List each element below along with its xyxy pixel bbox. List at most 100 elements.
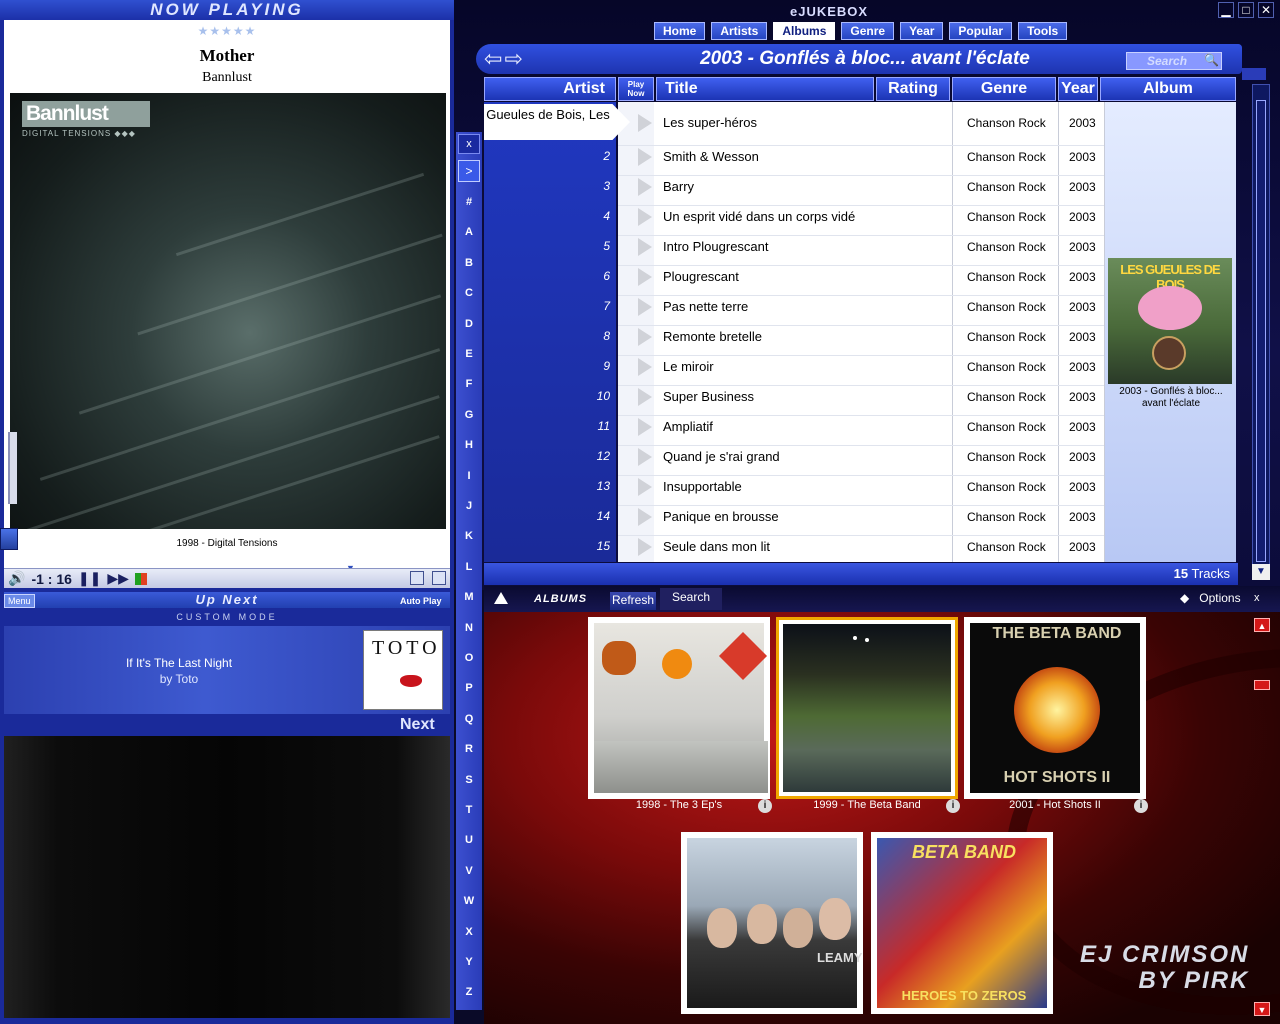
minimize-icon[interactable]: ▁ (1218, 2, 1234, 18)
scroll-down-button[interactable]: ▼ (1252, 564, 1270, 580)
tab-albums[interactable]: Albums (773, 22, 836, 40)
alphabet-letter-i[interactable]: I (456, 470, 482, 482)
album-thumb-heroes-to-zeros[interactable]: BETA BAND HEROES TO ZEROS (871, 832, 1053, 1014)
column-genre[interactable]: Genre (952, 77, 1056, 101)
album-thumb-the-beta-band[interactable] (776, 617, 958, 799)
tab-genre[interactable]: Genre (841, 22, 895, 40)
alphabet-expand-button[interactable]: > (458, 160, 480, 182)
alphabet-letter-c[interactable]: C (456, 287, 482, 299)
browser-search-button[interactable]: Search (660, 588, 722, 610)
track-scrollbar-thumb[interactable] (1256, 100, 1266, 562)
close-icon[interactable]: ✕ (1258, 2, 1274, 18)
options-button[interactable]: ◆ Options (1180, 591, 1241, 605)
tab-year[interactable]: Year (900, 22, 944, 40)
play-now-icon[interactable] (638, 148, 652, 166)
alphabet-letter-m[interactable]: M (456, 591, 482, 603)
play-now-icon[interactable] (638, 388, 652, 406)
play-now-icon[interactable] (638, 538, 652, 556)
auto-play-toggle[interactable]: Auto Play (400, 596, 442, 606)
track-title[interactable]: Un esprit vidé dans un corps vidé (663, 209, 855, 224)
alphabet-letter-l[interactable]: L (456, 561, 482, 573)
up-next-song[interactable]: If It's The Last Night (4, 656, 354, 670)
column-album[interactable]: Album (1100, 77, 1236, 101)
now-playing-artist[interactable]: Bannlust (4, 70, 450, 86)
play-now-icon[interactable] (638, 478, 652, 496)
alphabet-letter-g[interactable]: G (456, 409, 482, 421)
alphabet-letter-o[interactable]: O (456, 652, 482, 664)
play-now-icon[interactable] (638, 238, 652, 256)
alphabet-letter-t[interactable]: T (456, 804, 482, 816)
track-title[interactable]: Insupportable (663, 479, 742, 494)
alphabet-letter-f[interactable]: F (456, 378, 482, 390)
alphabet-letter-k[interactable]: K (456, 530, 482, 542)
browser-scroll-thumb[interactable] (1254, 680, 1270, 690)
maximize-icon[interactable]: □ (1238, 2, 1254, 18)
back-arrow-icon[interactable]: ⇦ (484, 46, 504, 71)
track-title[interactable]: Pas nette terre (663, 299, 748, 314)
next-track-button[interactable]: ▶▶ (107, 570, 129, 587)
browser-scroll-up[interactable]: ▲ (1254, 618, 1270, 632)
browser-close-button[interactable]: x (1254, 592, 1260, 604)
track-title[interactable]: Plougrescant (663, 269, 739, 284)
now-playing-album[interactable]: 1998 - Digital Tensions (4, 538, 450, 549)
track-title[interactable]: Remonte bretelle (663, 329, 762, 344)
play-now-icon[interactable] (638, 178, 652, 196)
alphabet-letter-s[interactable]: S (456, 774, 482, 786)
album-cover[interactable]: LES GUEULES DE BOIS (1108, 258, 1232, 384)
play-now-icon[interactable] (638, 358, 652, 376)
alphabet-letter-b[interactable]: B (456, 257, 482, 269)
play-now-icon[interactable] (638, 208, 652, 226)
play-now-icon[interactable] (638, 114, 652, 132)
alphabet-letter-j[interactable]: J (456, 500, 482, 512)
alphabet-letter-d[interactable]: D (456, 318, 482, 330)
fullscreen-icon[interactable] (432, 571, 446, 585)
track-title[interactable]: Super Business (663, 389, 754, 404)
collapse-triangle-icon[interactable] (494, 592, 508, 604)
alphabet-letter-v[interactable]: V (456, 865, 482, 877)
alphabet-letter-p[interactable]: P (456, 682, 482, 694)
tab-tools[interactable]: Tools (1018, 22, 1068, 40)
album-thumb-band-photo[interactable]: LEAMY (681, 832, 863, 1014)
play-now-icon[interactable] (638, 418, 652, 436)
rating-stars[interactable]: ★★★★★ (4, 24, 450, 38)
volume-slider-handle[interactable] (0, 528, 18, 550)
visualizer-icon[interactable] (410, 571, 424, 585)
alphabet-letter-h[interactable]: H (456, 439, 482, 451)
track-title[interactable]: Barry (663, 179, 694, 194)
alphabet-letter-u[interactable]: U (456, 834, 482, 846)
up-next-album-art[interactable]: TOTO (363, 630, 443, 710)
alphabet-letter-a[interactable]: A (456, 226, 482, 238)
alphabet-letter-hash[interactable]: # (456, 196, 482, 208)
column-title[interactable]: Title (656, 77, 874, 101)
tab-artists[interactable]: Artists (711, 22, 768, 40)
next-button[interactable]: Next (400, 716, 435, 734)
column-rating[interactable]: Rating (876, 77, 950, 101)
search-icon[interactable]: 🔍 (1204, 53, 1219, 67)
tab-popular[interactable]: Popular (949, 22, 1013, 40)
track-title[interactable]: Les super-héros (663, 115, 757, 130)
album-thumb-the-3-eps[interactable] (588, 617, 770, 799)
track-title[interactable]: Intro Plougrescant (663, 239, 769, 254)
album-info-icon[interactable]: i (946, 799, 960, 813)
alphabet-letter-z[interactable]: Z (456, 986, 482, 998)
alphabet-close-button[interactable]: x (458, 134, 480, 154)
track-title[interactable]: Ampliatif (663, 419, 713, 434)
up-next-menu-button[interactable]: Menu (4, 594, 35, 608)
time-remaining[interactable]: -1 : 16 (31, 571, 71, 587)
alphabet-letter-r[interactable]: R (456, 743, 482, 755)
alphabet-letter-n[interactable]: N (456, 622, 482, 634)
album-info-icon[interactable]: i (758, 799, 772, 813)
play-now-icon[interactable] (638, 448, 652, 466)
refresh-button[interactable]: Refresh (610, 592, 656, 610)
play-now-icon[interactable] (638, 298, 652, 316)
track-title[interactable]: Le miroir (663, 359, 714, 374)
tab-home[interactable]: Home (654, 22, 706, 40)
alphabet-letter-q[interactable]: Q (456, 713, 482, 725)
column-play-now[interactable]: Play Now (618, 77, 654, 101)
volume-slider-track[interactable] (8, 432, 17, 504)
forward-arrow-icon[interactable]: ⇨ (504, 46, 524, 71)
track-title[interactable]: Quand je s'rai grand (663, 449, 780, 464)
browser-scroll-down[interactable]: ▼ (1254, 1002, 1270, 1016)
play-now-icon[interactable] (638, 268, 652, 286)
album-info-icon[interactable]: i (1134, 799, 1148, 813)
